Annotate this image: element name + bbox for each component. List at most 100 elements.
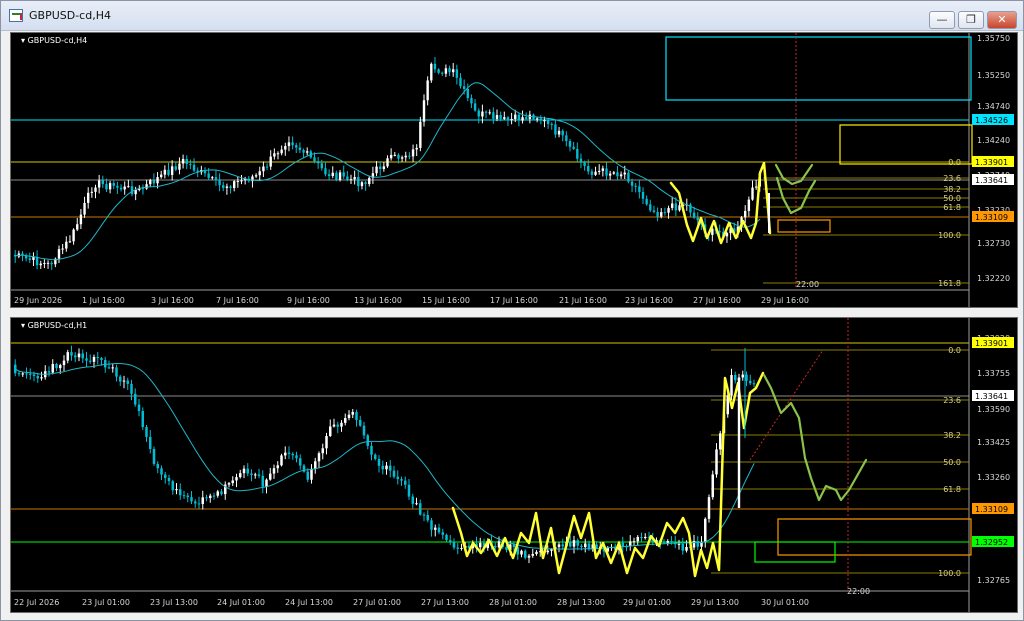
h1-vline-time-label: 22:00	[847, 587, 870, 596]
candle-body	[481, 111, 484, 117]
candle-body	[119, 187, 123, 190]
candle-body	[77, 353, 81, 358]
candle-body	[572, 146, 575, 149]
candle-body	[94, 187, 97, 192]
candle-body	[572, 540, 576, 547]
h1-time-tick: 28 Jul 13:00	[557, 598, 605, 607]
candle-body	[192, 164, 196, 171]
candle-body	[430, 63, 433, 81]
candle-body	[201, 497, 204, 504]
candle-body	[126, 380, 129, 384]
candle-body	[386, 158, 389, 167]
candle-body	[182, 495, 186, 497]
candle-body	[108, 183, 112, 190]
candle-body	[627, 172, 630, 182]
close-button[interactable]: ✕	[987, 11, 1017, 29]
candle-body	[272, 468, 276, 474]
candle-body	[76, 224, 79, 230]
candle-body	[362, 425, 366, 436]
candle-body	[579, 158, 583, 162]
candle-body	[240, 180, 243, 182]
candle-body	[298, 147, 302, 151]
candle-body	[749, 380, 752, 384]
candle-body	[452, 69, 455, 73]
fib-label-38.2: 38.2	[943, 431, 961, 440]
h4-time-tick: 13 Jul 16:00	[354, 296, 402, 305]
candle-body	[276, 465, 279, 469]
candle-body	[122, 380, 126, 382]
h1-time-tick: 28 Jul 01:00	[489, 598, 537, 607]
candle-body	[370, 445, 373, 455]
fib-label-100.0: 100.0	[938, 569, 961, 578]
candle-body	[291, 453, 294, 456]
terminal-window: GBPUSD-cd,H4 — ❐ ✕ 0.0 23.6 38.2 50.0 61.8 10…	[0, 0, 1024, 621]
candle-body	[663, 212, 667, 214]
candle-body	[437, 527, 441, 533]
candle-body	[47, 371, 51, 373]
candle-body	[452, 541, 456, 548]
candle-body	[473, 103, 477, 111]
candle-body	[408, 155, 411, 157]
candle-body	[692, 212, 696, 218]
candle-body	[295, 145, 298, 148]
candle-body	[185, 158, 188, 165]
candle-body	[506, 117, 510, 121]
candle-body	[488, 112, 491, 114]
candle-body	[565, 135, 568, 142]
h1-time-tick: 29 Jul 01:00	[623, 598, 671, 607]
candle-body	[314, 461, 317, 469]
h1-chart-pane[interactable]: 0.023.638.250.061.8100.01.339201.337551.…	[10, 317, 1018, 613]
candle-body	[167, 169, 170, 175]
restore-button[interactable]: ❐	[958, 11, 984, 29]
minimize-button[interactable]: —	[929, 11, 955, 29]
candle-body	[525, 117, 528, 119]
h1-time-tick: 23 Jul 13:00	[150, 598, 198, 607]
candle-body	[258, 171, 261, 176]
candle-body	[321, 448, 324, 454]
candle-body	[250, 473, 253, 476]
h4-chart-pane[interactable]: 0.0 23.6 38.2 50.0 61.8 100.0 161.8 1.35750 1.35…	[10, 32, 1018, 308]
h1-chart-canvas[interactable]: 0.023.638.250.061.8100.01.339201.337551.…	[11, 318, 1018, 613]
candle-body	[359, 419, 362, 426]
candle-body	[43, 262, 46, 264]
cyan-zone-rect	[665, 36, 972, 101]
candle-body	[72, 229, 75, 242]
candle-body	[160, 174, 163, 178]
candle-body	[456, 547, 459, 549]
h4-chart-canvas[interactable]: 0.0 23.6 38.250.061.8 100.0 161.8 1.35750 1.35…	[11, 33, 1018, 308]
h1-time-tick: 24 Jul 01:00	[217, 598, 265, 607]
candle-body	[25, 373, 28, 375]
candle-body	[254, 474, 257, 476]
candle-body	[262, 166, 265, 172]
candle-body	[426, 514, 429, 521]
candle-body	[116, 185, 119, 188]
candle-body	[291, 142, 294, 146]
candle-body	[40, 377, 43, 379]
candle-body	[167, 477, 171, 482]
candle-body	[87, 192, 90, 203]
candle-body	[178, 163, 181, 170]
candle-body	[685, 547, 688, 551]
candle-body	[130, 383, 133, 394]
candle-body	[364, 182, 367, 185]
candle-body	[434, 527, 437, 530]
candle-body	[220, 491, 223, 495]
candle-body	[276, 153, 280, 155]
window-titlebar[interactable]: GBPUSD-cd,H4 — ❐ ✕	[1, 1, 1023, 31]
window-title: GBPUSD-cd,H4	[29, 9, 111, 22]
candle-body	[32, 257, 35, 260]
candle-body	[265, 166, 269, 168]
candle-body	[375, 166, 378, 174]
fib-label-61.8: 61.8	[943, 485, 961, 494]
h4-chart-symbol-label: ▾ GBPUSD-cd,H4	[21, 36, 88, 45]
candle-body	[257, 474, 261, 476]
candle-body	[751, 187, 754, 200]
candle-body	[741, 374, 744, 378]
candle-body	[186, 495, 189, 498]
candle-body	[671, 203, 674, 208]
h4-time-tick: 29 Jul 16:00	[761, 296, 809, 305]
candle-body	[261, 475, 264, 487]
candle-body	[455, 69, 459, 78]
h4-time-tick: 1 Jul 16:00	[82, 296, 125, 305]
candle-body	[674, 203, 678, 211]
